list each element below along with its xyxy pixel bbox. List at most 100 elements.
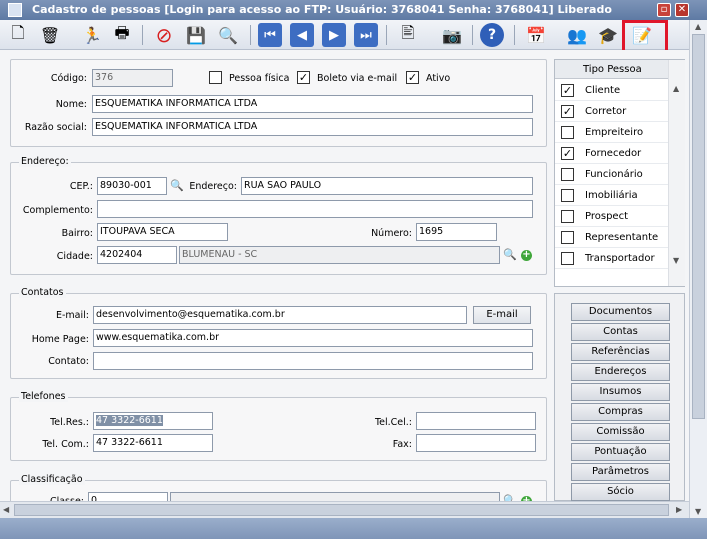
- telcom-label: Tel. Com.:: [42, 439, 89, 450]
- hscroll-left-icon[interactable]: ◀: [3, 505, 9, 514]
- vertical-scroll-thumb[interactable]: [692, 34, 705, 419]
- boleto-email-label: Boleto via e-mail: [317, 73, 398, 84]
- scroll-down-icon[interactable]: ▼: [673, 256, 679, 265]
- telefones-group-title: Telefones: [19, 391, 68, 402]
- referencias-button[interactable]: Referências: [571, 343, 670, 361]
- telres-field[interactable]: 47 3322-6611: [93, 412, 213, 430]
- complemento-label: Complemento:: [22, 205, 93, 216]
- users-icon[interactable]: 👥: [565, 23, 589, 47]
- calendar-icon[interactable]: 📅: [524, 23, 548, 47]
- comissao-button[interactable]: Comissão: [571, 423, 670, 441]
- parametros-button[interactable]: Parâmetros: [571, 463, 670, 481]
- prospect-checkbox[interactable]: [561, 210, 574, 223]
- telcel-field[interactable]: [416, 412, 536, 430]
- hscroll-right-icon[interactable]: ▶: [676, 505, 682, 514]
- cep-search-icon[interactable]: 🔍: [170, 179, 184, 192]
- tipo-pessoa-representante[interactable]: Representante: [555, 227, 668, 248]
- tipo-pessoa-prospect[interactable]: Prospect: [555, 206, 668, 227]
- cidade-name-field: BLUMENAU - SC: [179, 246, 500, 264]
- fornecedor-checkbox[interactable]: ✓: [561, 147, 574, 160]
- tipo-pessoa-transportador[interactable]: Transportador: [555, 248, 668, 269]
- complemento-field[interactable]: [97, 200, 533, 218]
- run-icon[interactable]: 🏃: [80, 23, 104, 47]
- tipo-pessoa-imobiliaria[interactable]: Imobiliária: [555, 185, 668, 206]
- cidade-code-field[interactable]: 4202404: [97, 246, 177, 264]
- corretor-checkbox[interactable]: ✓: [561, 105, 574, 118]
- empreiteiro-checkbox[interactable]: [561, 126, 574, 139]
- numero-field[interactable]: 1695: [416, 223, 497, 241]
- cliente-checkbox[interactable]: ✓: [561, 84, 574, 97]
- tipo-pessoa-corretor[interactable]: ✓ Corretor: [555, 101, 668, 122]
- tipo-pessoa-cliente[interactable]: ✓ Cliente: [555, 80, 668, 101]
- trash-icon[interactable]: 🗑: [38, 23, 62, 47]
- cidade-search-icon[interactable]: 🔍: [503, 248, 517, 261]
- contato-label: Contato:: [48, 356, 89, 367]
- vscroll-down-icon[interactable]: ▼: [695, 507, 701, 516]
- cidade-add-icon[interactable]: +: [521, 250, 532, 261]
- ativo-checkbox[interactable]: ✓: [406, 71, 419, 84]
- help-icon[interactable]: ?: [480, 23, 504, 47]
- tipo-pessoa-fornecedor[interactable]: ✓ Fornecedor: [555, 143, 668, 164]
- representante-checkbox[interactable]: [561, 231, 574, 244]
- corretor-label: Corretor: [585, 106, 627, 117]
- close-button[interactable]: ✕: [675, 3, 689, 17]
- email-field[interactable]: desenvolvimento@esquematika.com.br: [93, 306, 467, 324]
- documentos-button[interactable]: Documentos: [571, 303, 670, 321]
- cidade-label: Cidade:: [56, 251, 93, 262]
- maximize-button[interactable]: ▫: [657, 3, 671, 17]
- cancel-icon[interactable]: ⊘: [152, 23, 176, 47]
- horizontal-scroll-thumb[interactable]: [14, 504, 669, 516]
- search-icon[interactable]: 🔍: [216, 23, 240, 47]
- codigo-field[interactable]: 376: [92, 69, 173, 87]
- tipo-pessoa-empreiteiro[interactable]: Empreiteiro: [555, 122, 668, 143]
- pessoa-fisica-checkbox[interactable]: [209, 71, 222, 84]
- fax-field[interactable]: [416, 434, 536, 452]
- next-record-icon[interactable]: ▶: [322, 23, 346, 47]
- horizontal-scrollbar[interactable]: ◀ ▶: [0, 501, 689, 518]
- nome-label: Nome:: [55, 99, 87, 110]
- vertical-scrollbar[interactable]: ▲ ▼: [689, 20, 707, 520]
- graduation-icon[interactable]: 🎓: [596, 23, 620, 47]
- imobiliaria-checkbox[interactable]: [561, 189, 574, 202]
- save-icon[interactable]: 💾: [184, 23, 208, 47]
- tipo-pessoa-scrollbar[interactable]: ▲ ▼: [668, 60, 685, 286]
- tipo-pessoa-funcionario[interactable]: Funcionário: [555, 164, 668, 185]
- bairro-field[interactable]: ITOUPAVA SECA: [97, 223, 228, 241]
- camera-icon[interactable]: 📷: [440, 23, 464, 47]
- ativo-label: Ativo: [426, 73, 451, 84]
- nome-field[interactable]: ESQUEMATIKA INFORMATICA LTDA: [92, 95, 533, 113]
- classificacao-group-title: Classificação: [19, 474, 85, 485]
- telcom-field[interactable]: 47 3322-6611: [93, 434, 213, 452]
- funcionario-label: Funcionário: [585, 169, 643, 180]
- previous-record-icon[interactable]: ◀: [290, 23, 314, 47]
- report-icon[interactable]: 🖹: [396, 23, 420, 47]
- pontuacao-button[interactable]: Pontuação: [571, 443, 670, 461]
- numero-label: Número:: [371, 228, 412, 239]
- transportador-checkbox[interactable]: [561, 252, 574, 265]
- window-title: Cadastro de pessoas [Login para acesso a…: [32, 3, 612, 16]
- boleto-email-checkbox[interactable]: ✓: [297, 71, 310, 84]
- contato-field[interactable]: [93, 352, 533, 370]
- enderecos-button[interactable]: Endereços: [571, 363, 670, 381]
- contas-button[interactable]: Contas: [571, 323, 670, 341]
- new-document-icon[interactable]: 🗋: [6, 23, 30, 47]
- endereco-label: Endereço:: [189, 181, 237, 192]
- bairro-label: Bairro:: [61, 228, 93, 239]
- imobiliaria-label: Imobiliária: [585, 190, 638, 201]
- razao-social-field[interactable]: ESQUEMATIKA INFORMATICA LTDA: [92, 118, 533, 136]
- compras-button[interactable]: Compras: [571, 403, 670, 421]
- socio-button[interactable]: Sócio: [571, 483, 670, 501]
- funcionario-checkbox[interactable]: [561, 168, 574, 181]
- homepage-field[interactable]: www.esquematika.com.br: [93, 329, 533, 347]
- vscroll-up-icon[interactable]: ▲: [695, 22, 701, 31]
- contatos-group-title: Contatos: [19, 287, 66, 298]
- cep-field[interactable]: 89030-001: [97, 177, 167, 195]
- insumos-button[interactable]: Insumos: [571, 383, 670, 401]
- printer-icon[interactable]: 🖶: [110, 23, 134, 47]
- first-record-icon[interactable]: ⏮: [258, 23, 282, 47]
- prospect-label: Prospect: [585, 211, 628, 222]
- last-record-icon[interactable]: ⏭: [354, 23, 378, 47]
- scroll-up-icon[interactable]: ▲: [673, 84, 679, 93]
- endereco-field[interactable]: RUA SAO PAULO: [241, 177, 533, 195]
- email-button[interactable]: E-mail: [473, 306, 531, 324]
